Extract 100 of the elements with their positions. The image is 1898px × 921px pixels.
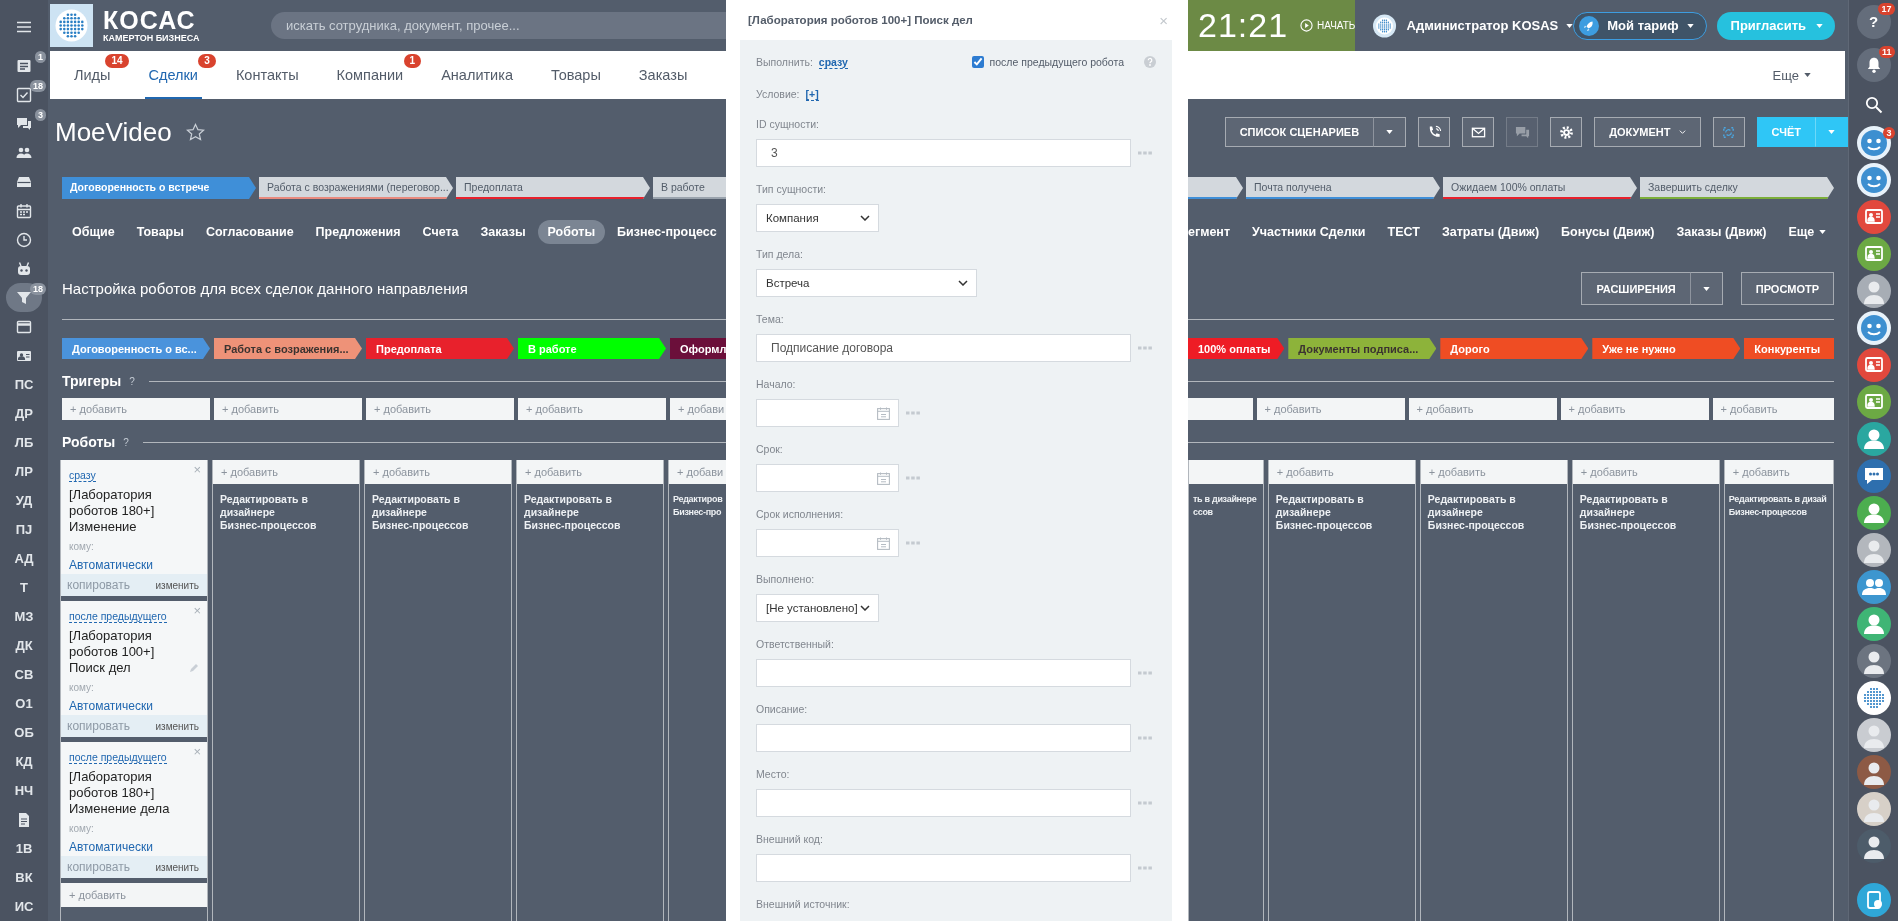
sidebar-item[interactable]: ВК <box>6 863 42 892</box>
crm-icon[interactable] <box>1856 347 1891 382</box>
phone-button[interactable] <box>1418 117 1451 147</box>
avatar[interactable] <box>1856 532 1891 567</box>
designer-link[interactable]: Редактировать в дизайнере Бизнес-процессов <box>1420 484 1567 541</box>
device-icon[interactable] <box>1856 882 1891 917</box>
add-trigger-button[interactable]: + добавить <box>1560 398 1709 420</box>
tab[interactable]: Участники Сделки <box>1242 220 1376 244</box>
settings-button[interactable] <box>1550 117 1583 147</box>
timing-link[interactable]: после предыдущего <box>69 751 167 764</box>
avatar[interactable] <box>1856 273 1891 308</box>
extensions-button[interactable]: РАСШИРЕНИЯ <box>1581 272 1690 305</box>
avatar[interactable] <box>1856 791 1891 826</box>
text-field[interactable]: Подписание договора <box>756 334 1131 362</box>
document-button[interactable]: ДОКУМЕНТ <box>1594 117 1701 147</box>
search-icon[interactable] <box>1864 96 1883 114</box>
start-button[interactable]: НАЧАТЬ <box>1300 19 1356 32</box>
tab[interactable]: Общие <box>62 220 125 244</box>
group-avatar[interactable] <box>1856 569 1891 604</box>
date-field[interactable] <box>756 464 899 492</box>
sidebar-item[interactable]: Т <box>6 573 42 602</box>
select-field[interactable]: [Не установлено] <box>756 594 879 622</box>
sidebar-item[interactable]: МЗ <box>6 602 42 631</box>
user-avatar[interactable] <box>1856 606 1891 641</box>
designer-link[interactable]: Редактировать в дизайнере Бизнес-процессов <box>365 484 511 541</box>
tab[interactable]: Бизнес-процесс <box>607 220 726 244</box>
crm-icon[interactable] <box>1856 236 1891 271</box>
sidebar-item[interactable]: 1В <box>6 834 42 863</box>
tab[interactable]: ТЕСТ <box>1377 220 1430 244</box>
refresh-button[interactable] <box>1712 117 1745 147</box>
run-mode-link[interactable]: сразу <box>818 55 848 69</box>
user-avatar[interactable] <box>1856 421 1891 456</box>
timing-link[interactable]: после предыдущего <box>69 610 167 623</box>
logo-icon[interactable] <box>50 4 93 47</box>
tab[interactable]: Счета <box>412 220 469 244</box>
help-mark[interactable]: ? <box>123 436 129 448</box>
avatar[interactable] <box>1856 828 1891 863</box>
text-field[interactable]: 3 <box>756 139 1131 167</box>
more-menu[interactable]: Еще <box>1778 220 1837 244</box>
add-robot-button[interactable]: + добавить <box>1724 460 1833 484</box>
sidebar-item[interactable]: АД <box>6 544 42 573</box>
tab[interactable]: Роботы <box>537 220 606 244</box>
sidebar-item[interactable]: ДР <box>6 399 42 428</box>
nav-tab[interactable]: Контакты <box>231 51 303 99</box>
edit-link[interactable]: изменить <box>155 720 199 732</box>
star-icon[interactable] <box>185 123 205 142</box>
sidebar-item[interactable]: ИС <box>6 892 42 921</box>
nav-tab[interactable]: Заказы <box>634 51 692 99</box>
sidebar-item[interactable]: НЧ <box>6 776 42 805</box>
add-robot-button[interactable]: + добавить <box>1268 460 1415 484</box>
add-robot-button[interactable]: + добавить <box>1420 460 1567 484</box>
sidebar-item[interactable]: ЛБ <box>6 428 42 457</box>
avatar[interactable] <box>1856 717 1891 752</box>
sidebar-item[interactable]: СВ <box>6 660 42 689</box>
assignee-link[interactable]: Автоматически <box>69 699 199 713</box>
tariff-button[interactable]: Мой тариф <box>1573 11 1707 40</box>
sidebar-item[interactable]: ОБ <box>6 718 42 747</box>
tab[interactable]: Товары <box>126 220 194 244</box>
sidebar-item[interactable]: УД <box>6 486 42 515</box>
select-field[interactable]: Компания <box>756 204 879 232</box>
sidebar-item[interactable]: ПЈ <box>6 515 42 544</box>
user-menu[interactable]: Администратор KOSAS <box>1406 18 1574 33</box>
pipeline-stage[interactable]: Почта получена <box>1246 177 1440 199</box>
designer-link[interactable]: Редактировать в дизай Бизнес-процессов <box>1724 484 1833 528</box>
avatar[interactable] <box>1856 754 1891 789</box>
pipeline-stage[interactable]: Ожидаем 100% оплаты <box>1443 177 1637 199</box>
designer-link[interactable]: Редактировать в дизайнере Бизнес-процессов <box>213 484 359 541</box>
pipeline-stage[interactable] <box>1188 177 1243 199</box>
robot-avatar[interactable] <box>1856 310 1891 345</box>
designer-link[interactable]: Редактировать в дизайнере Бизнес-процессов <box>517 484 663 541</box>
crm-icon[interactable] <box>1856 199 1891 234</box>
pipeline-stage[interactable]: Завершить сделку <box>1640 177 1834 199</box>
text-field[interactable] <box>756 659 1131 687</box>
assignee-link[interactable]: Автоматически <box>69 840 199 854</box>
user-avatar[interactable] <box>1856 495 1891 530</box>
nav-tab[interactable]: Товары <box>546 51 605 99</box>
sidebar-item[interactable]: ДК <box>6 631 42 660</box>
designer-link[interactable]: ть в дизайнере ссов <box>1189 484 1263 528</box>
designer-link[interactable]: Редактировать в дизайнере Бизнес-процессов <box>1268 484 1415 541</box>
tab[interactable]: Заказы (Движ) <box>1666 220 1777 244</box>
assignee-link[interactable]: Автоматически <box>69 558 199 572</box>
scenario-list-button[interactable]: СПИСОК СЦЕНАРИЕВ <box>1224 117 1374 147</box>
add-trigger-button[interactable]: + добавить <box>1256 398 1405 420</box>
select-field[interactable]: Встреча <box>756 269 977 297</box>
logo-avatar[interactable] <box>1856 680 1891 715</box>
more-menu[interactable]: Еще <box>1766 51 1817 99</box>
tab[interactable]: Затраты (Движ) <box>1431 220 1550 244</box>
search-field[interactable]: искать сотрудника, документ, прочее... <box>271 12 726 39</box>
add-trigger-button[interactable]: + добавить <box>1408 398 1557 420</box>
date-field[interactable] <box>756 399 899 427</box>
condition-link[interactable]: [+] <box>805 87 819 101</box>
crm-icon[interactable] <box>1856 384 1891 419</box>
pipeline-stage[interactable]: Работа с возражениями (переговор... <box>259 177 453 199</box>
tab[interactable]: Предложения <box>305 220 411 244</box>
sidebar-item[interactable]: ПС <box>6 370 42 399</box>
preview-button[interactable]: ПРОСМОТР <box>1740 272 1834 305</box>
pipeline-stage[interactable]: В работе <box>653 177 726 199</box>
pipeline-stage[interactable]: Договоренность о встрече <box>62 177 256 199</box>
add-trigger-button[interactable]: + добавить <box>1712 398 1834 420</box>
sidebar-item[interactable]: КД <box>6 747 42 776</box>
